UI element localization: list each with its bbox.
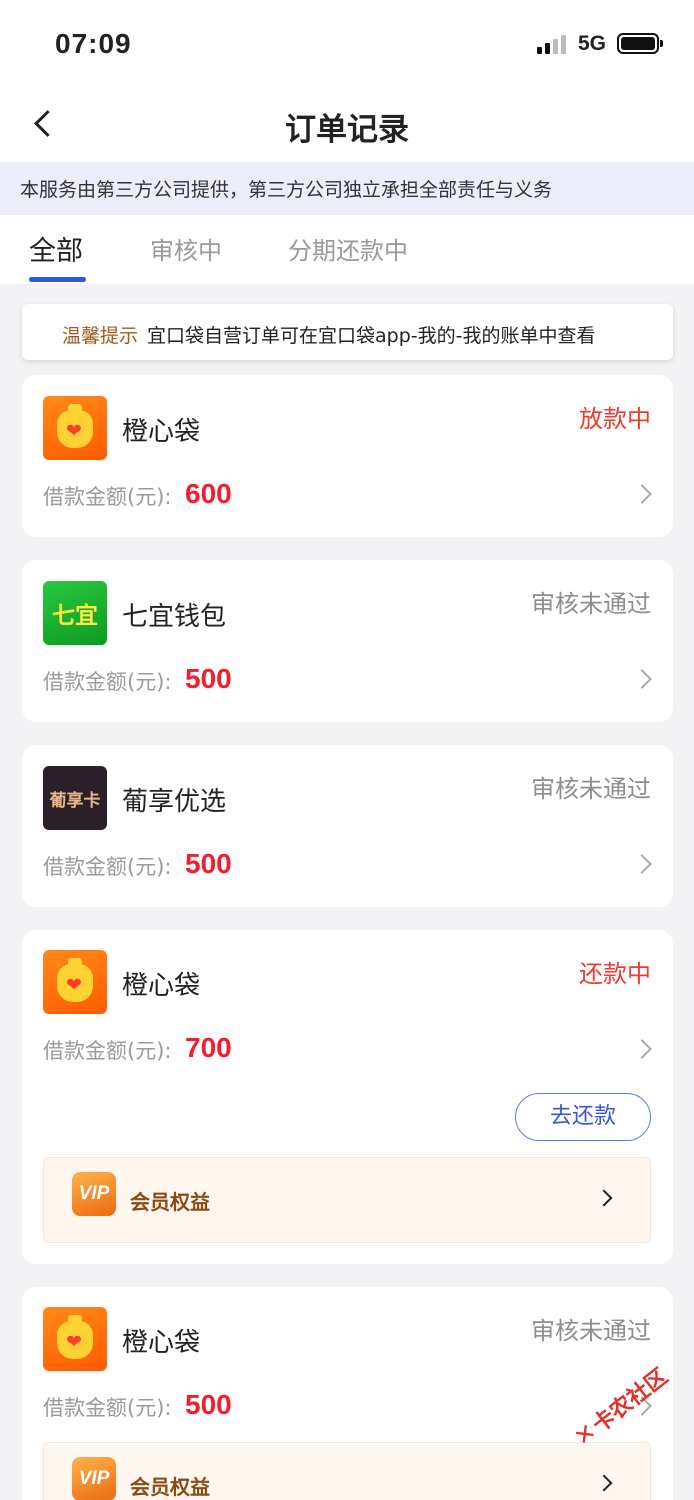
order-product-name: 橙心袋 — [122, 1328, 201, 1358]
member-benefits-label: 会员权益 — [130, 1190, 210, 1214]
amount-label: 借款金额(元): — [43, 1039, 172, 1063]
chevron-right-icon[interactable] — [632, 854, 652, 874]
tip-label: 温馨提示 — [62, 325, 139, 347]
order-card[interactable]: ❤ 橙心袋 放款中 借款金额(元): 600 — [22, 375, 673, 537]
tip-text: 宜口袋自营订单可在宜口袋app-我的-我的账单中查看 — [147, 325, 596, 347]
chevron-right-icon — [595, 1189, 613, 1207]
order-amount: 500 — [185, 663, 232, 694]
nav-bar: 订单记录 — [0, 88, 694, 162]
member-benefits-label: 会员权益 — [130, 1475, 210, 1499]
order-card[interactable]: ❤ 橙心袋 审核未通过 借款金额(元): 500 VIP 会员权益 — [22, 1287, 673, 1500]
tab-installment-repaying[interactable]: 分期还款中 — [288, 231, 408, 266]
order-status: 审核未通过 — [531, 590, 651, 618]
vip-icon: VIP — [72, 1172, 116, 1216]
amount-label: 借款金额(元): — [43, 670, 172, 694]
warm-tip-banner: 温馨提示 宜口袋自营订单可在宜口袋app-我的-我的账单中查看 — [22, 304, 673, 360]
amount-label: 借款金额(元): — [43, 855, 172, 879]
order-product-name: 橙心袋 — [122, 417, 201, 447]
order-product-name: 七宜钱包 — [122, 602, 227, 632]
vip-icon: VIP — [72, 1457, 116, 1500]
order-status: 审核未通过 — [531, 1317, 651, 1345]
orange-money-bag-icon: ❤ — [43, 950, 107, 1014]
qiyi-wallet-logo: 七宜 — [43, 581, 107, 645]
member-benefits-entry[interactable]: VIP 会员权益 — [43, 1442, 651, 1500]
order-card[interactable]: ❤ 橙心袋 还款中 借款金额(元): 700 去还款 VIP 会员权益 — [22, 930, 673, 1264]
orange-money-bag-icon: ❤ — [43, 396, 107, 460]
order-amount: 700 — [185, 1032, 232, 1063]
amount-label: 借款金额(元): — [43, 485, 172, 509]
tab-active-indicator — [29, 277, 86, 282]
order-product-name: 橙心袋 — [122, 971, 201, 1001]
order-status: 放款中 — [579, 405, 651, 433]
puxiang-card-logo: 葡享卡 — [43, 766, 107, 830]
tab-bar: 全部 审核中 分期还款中 — [0, 215, 694, 284]
order-status: 还款中 — [579, 960, 651, 988]
order-card[interactable]: 七宜 七宜钱包 审核未通过 借款金额(元): 500 — [22, 560, 673, 722]
orange-money-bag-icon: ❤ — [43, 1307, 107, 1371]
amount-label: 借款金额(元): — [43, 1396, 172, 1420]
page-title: 订单记录 — [285, 112, 409, 148]
order-status: 审核未通过 — [531, 775, 651, 803]
order-product-name: 葡享优选 — [122, 787, 227, 817]
battery-icon — [617, 33, 663, 54]
network-type: 5G — [578, 32, 607, 55]
tab-reviewing[interactable]: 审核中 — [150, 231, 222, 266]
chevron-right-icon — [595, 1474, 613, 1492]
repay-button[interactable]: 去还款 — [515, 1093, 651, 1141]
order-amount: 500 — [185, 848, 232, 879]
chevron-right-icon[interactable] — [632, 484, 652, 504]
signal-icon — [537, 34, 569, 54]
order-amount: 500 — [185, 1389, 232, 1420]
chevron-right-icon[interactable] — [632, 1039, 652, 1059]
third-party-notice: 本服务由第三方公司提供，第三方公司独立承担全部责任与义务 — [0, 162, 694, 215]
order-amount: 600 — [185, 478, 232, 509]
status-time: 07:09 — [55, 28, 132, 59]
tab-all[interactable]: 全部 — [29, 229, 83, 268]
chevron-right-icon[interactable] — [632, 669, 652, 689]
member-benefits-entry[interactable]: VIP 会员权益 — [43, 1157, 651, 1243]
order-card[interactable]: 葡享卡 葡享优选 审核未通过 借款金额(元): 500 — [22, 745, 673, 907]
status-bar: 07:09 5G — [0, 0, 694, 88]
